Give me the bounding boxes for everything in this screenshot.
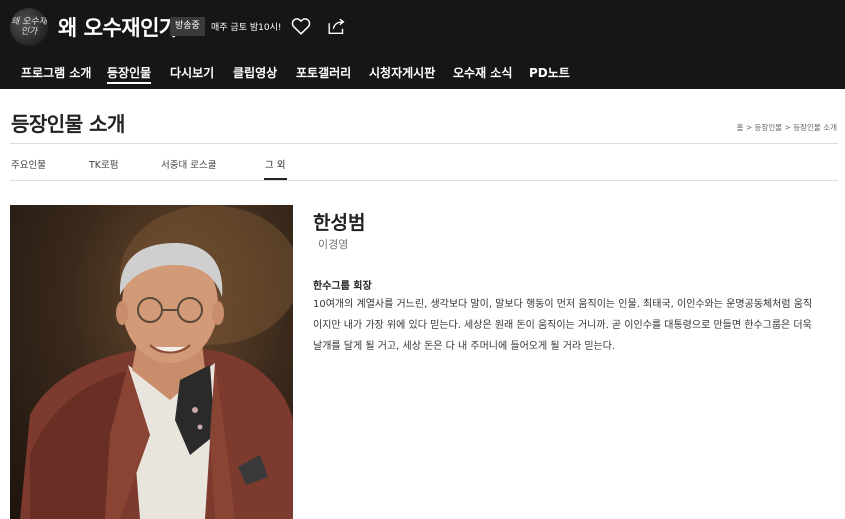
tab-main-characters[interactable]: 주요인물 bbox=[11, 157, 46, 171]
heart-icon[interactable] bbox=[290, 15, 312, 37]
character-description: 10여개의 계열사를 거느린, 생각보다 말이, 말보다 행동이 먼저 움직이는… bbox=[313, 299, 813, 352]
share-icon[interactable] bbox=[326, 15, 348, 37]
breadcrumb: 홈 > 등장인물 > 등장인물 소개 bbox=[736, 123, 837, 132]
tab-tk-law-firm[interactable]: TK로펌 bbox=[89, 157, 119, 171]
character-name: 한성범 bbox=[313, 212, 366, 234]
nav-news[interactable]: 오수재 소식 bbox=[453, 64, 512, 81]
actor-name: 이경영 bbox=[318, 238, 349, 251]
show-logo[interactable]: 왜 오수재 인가 bbox=[10, 8, 48, 46]
nav-replay[interactable]: 다시보기 bbox=[170, 64, 214, 81]
logo-text: 왜 오수재 인가 bbox=[11, 17, 47, 37]
show-title[interactable]: 왜 오수재인가 bbox=[58, 12, 178, 42]
nav-photo-gallery[interactable]: 포토갤러리 bbox=[296, 64, 351, 81]
tab-others[interactable]: 그 외 bbox=[265, 157, 286, 171]
divider bbox=[10, 180, 838, 181]
tab-law-school[interactable]: 서중대 로스쿨 bbox=[161, 157, 216, 171]
site-header: 왜 오수재 인가 왜 오수재인가 방송중 매주 금토 밤10시! 프로그램 소개… bbox=[0, 0, 845, 89]
nav-characters[interactable]: 등장인물 bbox=[107, 64, 152, 84]
page-title: 등장인물 소개 bbox=[11, 112, 125, 136]
nav-clips[interactable]: 클립영상 bbox=[233, 64, 277, 81]
character-role: 한수그룹 회장 bbox=[313, 281, 372, 292]
nav-pd-note[interactable]: PD노트 bbox=[529, 64, 570, 81]
nav-viewer-board[interactable]: 시청자게시판 bbox=[369, 64, 435, 81]
divider bbox=[10, 143, 838, 144]
schedule-text: 매주 금토 밤10시! bbox=[211, 23, 282, 33]
onair-badge: 방송중 bbox=[170, 17, 205, 36]
nav-program-info[interactable]: 프로그램 소개 bbox=[21, 64, 91, 81]
character-photo bbox=[10, 205, 293, 519]
